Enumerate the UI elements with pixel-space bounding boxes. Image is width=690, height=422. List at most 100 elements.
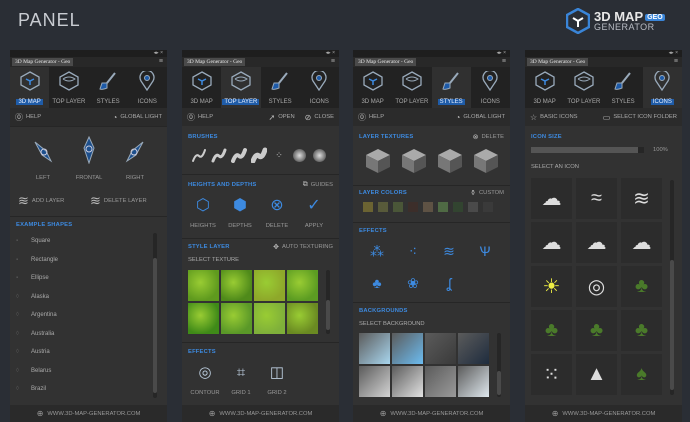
background-tile[interactable] bbox=[392, 366, 423, 397]
icon-size-slider[interactable] bbox=[531, 147, 644, 153]
scroll-thumb[interactable] bbox=[670, 260, 674, 390]
forest-cell[interactable]: ♣ bbox=[531, 310, 572, 351]
snow-cloud-cell[interactable]: ☁ bbox=[531, 222, 572, 263]
menu-icon[interactable]: ≡ bbox=[331, 58, 335, 66]
window-controls[interactable]: ◂▸ × bbox=[10, 50, 167, 57]
shape-list-item[interactable]: ◊ Brazil bbox=[16, 386, 46, 392]
tab-3d-map[interactable]: 3D MAP bbox=[353, 67, 392, 108]
bush-effect[interactable]: ❀ bbox=[401, 272, 425, 294]
tab-3d-map[interactable]: 3D MAP bbox=[10, 67, 50, 108]
basic-icons-button[interactable]: ☆ BASIC ICONS bbox=[530, 113, 578, 122]
brush-1[interactable] bbox=[190, 146, 208, 164]
texture-cube[interactable] bbox=[435, 146, 465, 176]
scrollbar[interactable] bbox=[497, 333, 501, 397]
scrollbar[interactable] bbox=[326, 270, 330, 334]
color-swatch[interactable] bbox=[438, 202, 448, 212]
panel-tab-title[interactable]: 3D Map Generator - Geo bbox=[12, 58, 74, 66]
tab-top-layer[interactable]: TOP LAYER bbox=[564, 67, 603, 108]
tree-effect[interactable]: ♣ bbox=[365, 272, 389, 294]
menu-icon[interactable]: ≡ bbox=[159, 58, 163, 66]
color-swatch[interactable] bbox=[483, 202, 493, 212]
rocks-cell[interactable]: ⁙ bbox=[531, 354, 572, 395]
grid-1-button[interactable]: ⌗ bbox=[226, 362, 256, 382]
waves-effect[interactable]: ≋ bbox=[437, 240, 461, 262]
background-tile[interactable] bbox=[392, 333, 423, 364]
footer-link[interactable]: ⊕ WWW.3D-MAP-GENERATOR.COM bbox=[525, 405, 682, 422]
scroll-thumb[interactable] bbox=[497, 371, 501, 395]
depths-button[interactable]: ⬢ bbox=[225, 194, 255, 216]
color-swatch[interactable] bbox=[393, 202, 403, 212]
brush-2[interactable] bbox=[210, 146, 228, 164]
footer-link[interactable]: ⊕ WWW.3D-MAP-GENERATOR.COM bbox=[182, 405, 339, 422]
delete-button[interactable]: ⊗ bbox=[262, 194, 292, 216]
background-tile[interactable] bbox=[359, 366, 390, 397]
grass-effect[interactable]: Ѱ bbox=[473, 240, 497, 262]
shape-list-item[interactable]: ▪ Rectangle bbox=[16, 257, 58, 263]
close-button[interactable]: ⊘ CLOSE bbox=[305, 113, 334, 122]
delete-layer-button[interactable]: ≋ DELETE LAYER bbox=[90, 193, 147, 209]
panel-tab-title[interactable]: 3D Map Generator - Geo bbox=[355, 58, 417, 66]
global-light-button[interactable]: ◔ GLOBAL LIGHT bbox=[112, 113, 162, 122]
shape-list-item[interactable]: ◊ Australia bbox=[16, 331, 54, 337]
background-tile[interactable] bbox=[425, 366, 456, 397]
night-cloud-cell[interactable]: ☁ bbox=[621, 222, 662, 263]
panel-tab-title[interactable]: 3D Map Generator - Geo bbox=[527, 58, 589, 66]
tab-styles[interactable]: STYLES bbox=[261, 67, 300, 108]
color-swatch[interactable] bbox=[363, 202, 373, 212]
shape-list-item[interactable]: ▪ Ellipse bbox=[16, 275, 49, 281]
add-layer-button[interactable]: ≋ ADD LAYER bbox=[18, 193, 64, 209]
texture-tile[interactable] bbox=[188, 303, 219, 334]
custom-color-button[interactable]: ⚱ CUSTOM bbox=[470, 189, 504, 197]
scrollbar[interactable] bbox=[153, 233, 157, 398]
texture-cube[interactable] bbox=[399, 146, 429, 176]
texture-tile[interactable] bbox=[188, 270, 219, 301]
window-controls[interactable]: ◂▸ × bbox=[353, 50, 510, 57]
view-frontal-button[interactable] bbox=[74, 136, 104, 164]
panel-tab-title[interactable]: 3D Map Generator - Geo bbox=[184, 58, 246, 66]
brush-3[interactable] bbox=[230, 146, 248, 164]
dots-effect[interactable]: ⁖ bbox=[401, 240, 425, 262]
scroll-thumb[interactable] bbox=[153, 258, 157, 393]
brush-4[interactable] bbox=[250, 146, 268, 164]
shape-list-item[interactable]: ◊ Argentina bbox=[16, 312, 57, 318]
apply-button[interactable]: ✓ bbox=[299, 194, 329, 216]
shape-list-item[interactable]: ◊ Alaska bbox=[16, 294, 49, 300]
river-effect[interactable]: ʆ bbox=[437, 272, 461, 294]
forest-dense-cell[interactable]: ♣ bbox=[621, 310, 662, 351]
tab-styles[interactable]: STYLES bbox=[89, 67, 128, 108]
auto-texturing-button[interactable]: ✥ AUTO TEXTURING bbox=[273, 243, 333, 251]
brush-6[interactable] bbox=[290, 146, 308, 164]
delete-button[interactable]: ⊗ DELETE bbox=[473, 133, 504, 141]
tab-3d-map[interactable]: 3D MAP bbox=[525, 67, 564, 108]
pine-forest-cell[interactable]: ♣ bbox=[621, 266, 662, 307]
scrollbar[interactable] bbox=[670, 180, 674, 395]
brush-7[interactable] bbox=[310, 146, 328, 164]
window-controls[interactable]: ◂▸ × bbox=[525, 50, 682, 57]
pine-tree-cell[interactable]: ♠ bbox=[621, 354, 662, 395]
trees-cell[interactable]: ♣ bbox=[576, 310, 617, 351]
texture-cube[interactable] bbox=[363, 146, 393, 176]
tab-top-layer[interactable]: TOP LAYER bbox=[392, 67, 431, 108]
texture-tile[interactable] bbox=[221, 303, 252, 334]
tab-icons[interactable]: ICONS bbox=[300, 67, 339, 108]
mountain-cell[interactable]: ▲ bbox=[576, 354, 617, 395]
tab-top-layer[interactable]: TOP LAYER bbox=[221, 67, 261, 108]
wind-cloud-cell[interactable]: ≈ bbox=[576, 178, 617, 219]
tab-icons[interactable]: ICONS bbox=[642, 67, 682, 108]
color-swatch[interactable] bbox=[423, 202, 433, 212]
menu-icon[interactable]: ≡ bbox=[502, 58, 506, 66]
tab-icons[interactable]: ICONS bbox=[128, 67, 167, 108]
color-swatch[interactable] bbox=[468, 202, 478, 212]
brush-5[interactable]: ⁘ bbox=[270, 146, 288, 164]
texture-tile[interactable] bbox=[287, 303, 318, 334]
wind-streak-cell[interactable]: ≋ bbox=[621, 178, 662, 219]
shape-list-item[interactable]: ▪ Square bbox=[16, 238, 50, 244]
select-icon-folder-button[interactable]: ▭ SELECT ICON FOLDER bbox=[603, 113, 677, 122]
help-button[interactable]: ⓪ HELP bbox=[187, 112, 213, 123]
tab-top-layer[interactable]: TOP LAYER bbox=[49, 67, 88, 108]
bubbles-effect[interactable]: ⁂ bbox=[365, 240, 389, 262]
grid-2-button[interactable]: ◫ bbox=[262, 362, 292, 382]
background-tile[interactable] bbox=[458, 366, 489, 397]
open-button[interactable]: ➚ OPEN bbox=[269, 113, 295, 122]
color-swatch[interactable] bbox=[408, 202, 418, 212]
